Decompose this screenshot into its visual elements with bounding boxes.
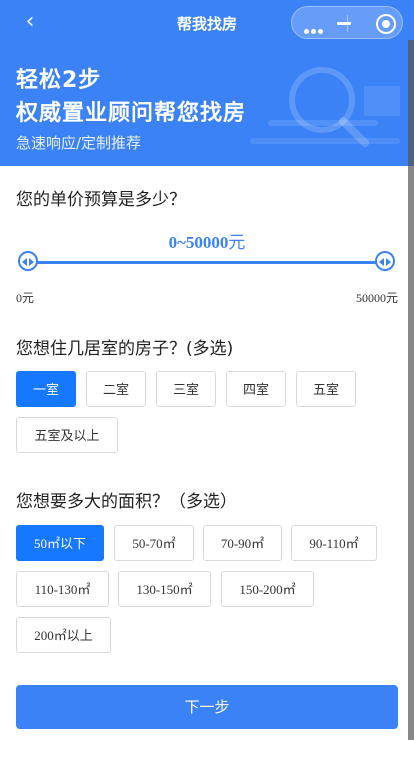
- close-target-icon[interactable]: [376, 14, 396, 34]
- minimize-icon[interactable]: [337, 22, 351, 25]
- area-option[interactable]: 130-150㎡: [118, 571, 211, 607]
- budget-max-label: 50000元: [355, 291, 398, 305]
- area-option[interactable]: 50-70㎡: [114, 525, 194, 561]
- scrollbar[interactable]: [408, 40, 414, 740]
- area-question: 您想要多大的面积？（多选）: [16, 492, 237, 512]
- mini-program-capsule: [291, 6, 403, 39]
- budget-question: 您的单价预算是多少？: [16, 190, 186, 210]
- banner-title-line1: 轻松2步: [16, 68, 102, 93]
- room-option[interactable]: 三室: [156, 371, 216, 407]
- budget-range-text: 0~50000: [168, 233, 229, 252]
- more-icon[interactable]: [304, 21, 325, 40]
- budget-slider-track[interactable]: [28, 261, 385, 264]
- budget-slider-max-handle[interactable]: [375, 251, 395, 271]
- area-option[interactable]: 110-130㎡: [16, 571, 109, 607]
- banner-title-line2: 权威置业顾问帮您找房: [16, 101, 247, 126]
- room-option[interactable]: 五室: [296, 371, 356, 407]
- room-option[interactable]: 二室: [86, 371, 146, 407]
- budget-slider-min-handle[interactable]: [18, 251, 38, 271]
- next-step-button[interactable]: 下一步: [16, 685, 398, 729]
- area-option[interactable]: 150-200㎡: [221, 571, 314, 607]
- area-option[interactable]: 90-110㎡: [291, 525, 377, 561]
- banner-subtitle: 急速响应/定制推荐: [16, 134, 142, 152]
- budget-min-label: 0元: [16, 291, 35, 305]
- budget-range-value: 0~50000元: [0, 228, 414, 253]
- room-option[interactable]: 四室: [226, 371, 286, 407]
- header-banner: ‹ 帮我找房 轻松2步 权威置业顾问帮您找房 急速响应/定制推荐: [0, 0, 414, 166]
- budget-range-unit: 元: [228, 233, 246, 252]
- area-option[interactable]: 70-90㎡: [203, 525, 282, 561]
- area-option[interactable]: 50㎡以下: [16, 525, 104, 561]
- room-option[interactable]: 一室: [16, 371, 76, 407]
- rooms-question: 您想住几居室的房子？(多选): [16, 339, 234, 359]
- room-option[interactable]: 五室及以上: [16, 417, 118, 453]
- area-option[interactable]: 200㎡以上: [16, 617, 111, 653]
